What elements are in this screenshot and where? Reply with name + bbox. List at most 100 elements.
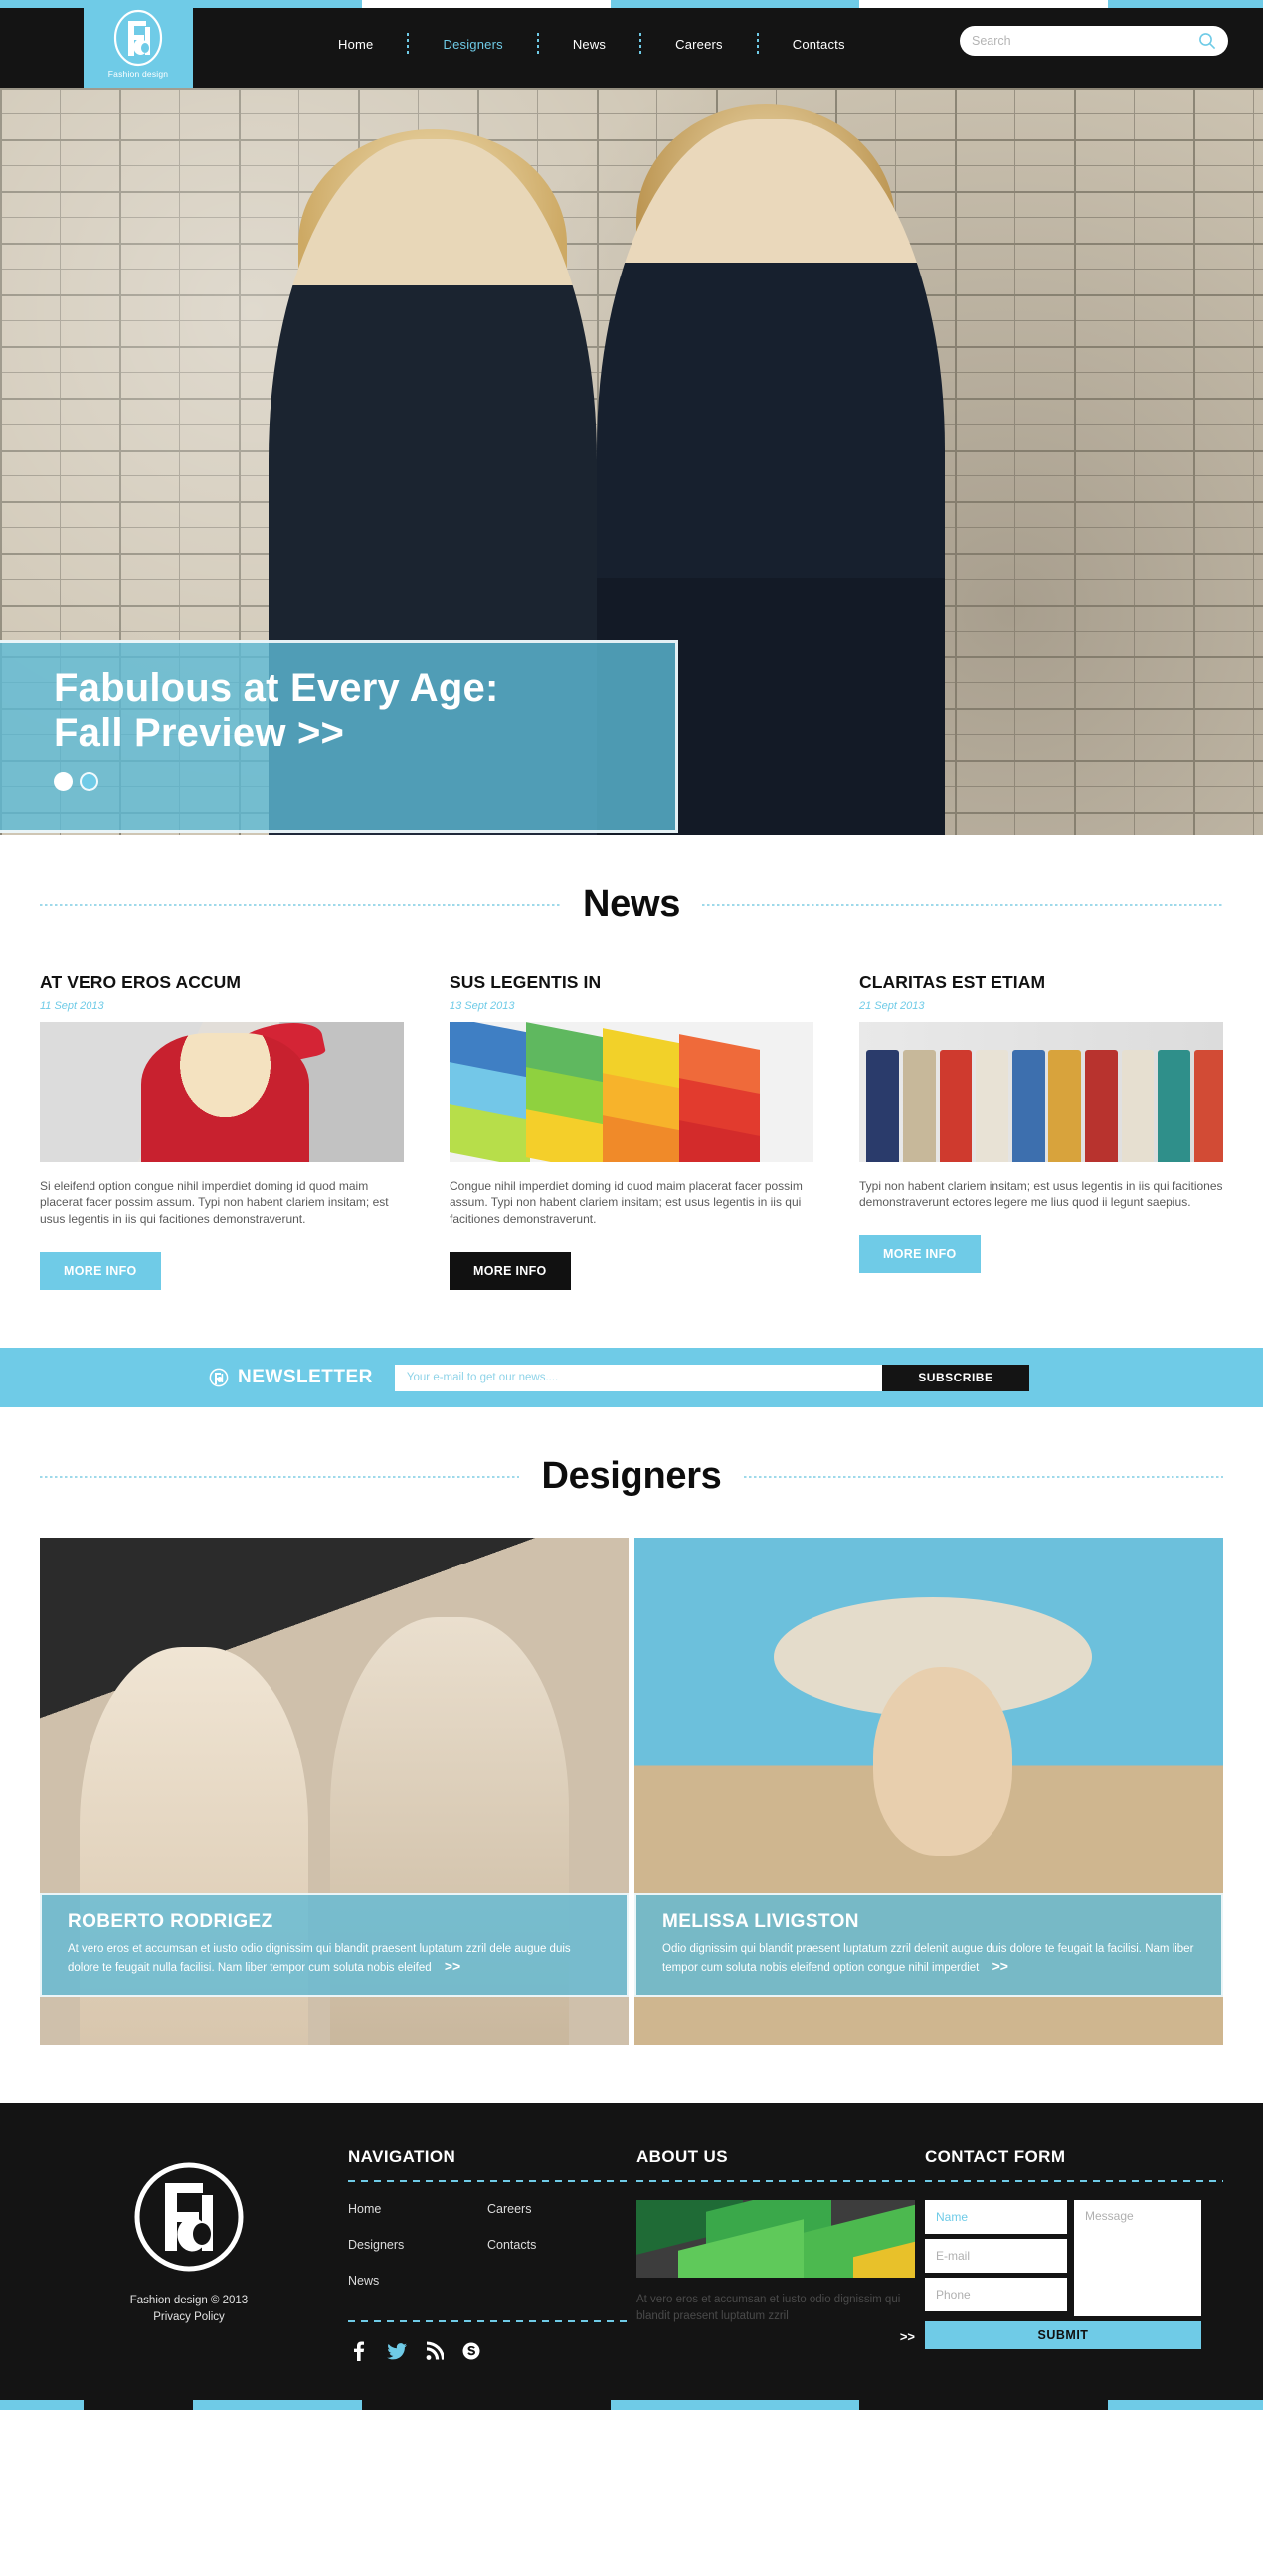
news-excerpt: Typi non habent clariem insitam; est usu… xyxy=(859,1179,1223,1209)
designers-list: ROBERTO RODRIGEZ At vero eros et accumsa… xyxy=(40,1538,1223,2045)
footer-link-news[interactable]: News xyxy=(348,2274,379,2288)
designer-description-text: Odio dignissim qui blandit praesent lupt… xyxy=(662,1943,1194,1974)
hero-title: Fabulous at Every Age: Fall Preview >> xyxy=(54,666,675,756)
newsletter-subscribe-button[interactable]: SUBSCRIBE xyxy=(881,1364,1029,1391)
footer-brand: Fashion design © 2013 Privacy Policy xyxy=(40,2147,338,2362)
nav-item-news[interactable]: News xyxy=(573,37,606,52)
news-thumbnail xyxy=(859,1022,1223,1162)
facebook-icon[interactable] xyxy=(348,2340,368,2362)
list-item[interactable]: Careers xyxy=(487,2200,627,2218)
designer-card[interactable]: ROBERTO RODRIGEZ At vero eros et accumsa… xyxy=(40,1538,629,2045)
footer-links: Home Designers News Careers Contacts xyxy=(348,2200,627,2307)
contact-phone-input[interactable] xyxy=(925,2278,1067,2311)
nav-divider xyxy=(639,33,642,55)
footer-copyright: Fashion design © 2013 Privacy Policy xyxy=(40,2293,338,2326)
twitter-icon[interactable] xyxy=(386,2340,407,2362)
news-title: CLARITAS EST ETIAM xyxy=(859,972,1046,992)
news-title: SUS LEGENTIS IN xyxy=(450,972,602,992)
newsletter-bar: NEWSLETTER SUBSCRIBE xyxy=(0,1348,1263,1407)
footer-about-heading: ABOUT US xyxy=(636,2147,728,2166)
bottom-accent-stripe xyxy=(0,2400,1263,2410)
designer-card[interactable]: MELISSA LIVIGSTON Odio dignissim qui bla… xyxy=(634,1538,1223,2045)
designer-description: Odio dignissim qui blandit praesent lupt… xyxy=(662,1941,1195,1977)
nav-link-news[interactable]: News xyxy=(573,37,606,52)
designer-info-overlay: ROBERTO RODRIGEZ At vero eros et accumsa… xyxy=(40,1893,629,1997)
contact-message-textarea[interactable] xyxy=(1074,2200,1201,2316)
rss-icon[interactable] xyxy=(424,2340,446,2362)
search-icon[interactable] xyxy=(1198,32,1216,50)
hero-slider: Fabulous at Every Age: Fall Preview >> xyxy=(0,88,1263,835)
list-item[interactable]: Home xyxy=(348,2200,487,2218)
news-card: AT VERO EROS ACCUM 11 Sept 2013 Si eleif… xyxy=(40,972,404,1290)
footer-divider xyxy=(636,2180,915,2182)
privacy-policy-link[interactable]: Privacy Policy xyxy=(40,2309,338,2326)
contact-name-input[interactable] xyxy=(925,2200,1067,2234)
title-rule-left xyxy=(40,903,561,906)
news-more-info-button[interactable]: MORE INFO xyxy=(859,1235,981,1273)
list-item[interactable]: News xyxy=(348,2272,487,2290)
footer-contact-heading: CONTACT FORM xyxy=(925,2147,1066,2166)
footer-divider xyxy=(925,2180,1223,2182)
nav-link-contacts[interactable]: Contacts xyxy=(793,37,845,52)
designer-face xyxy=(873,1667,1012,1856)
footer-logo-icon[interactable] xyxy=(129,2157,249,2277)
hero-title-line2: Fall Preview >> xyxy=(54,711,345,755)
designer-more-link[interactable]: >> xyxy=(992,1958,1008,1974)
nav-item-home[interactable]: Home xyxy=(338,37,373,52)
nav-link-designers[interactable]: Designers xyxy=(443,37,502,52)
newsletter-email-input[interactable] xyxy=(394,1364,882,1391)
news-more-info-button[interactable]: MORE INFO xyxy=(450,1252,571,1290)
footer-link-contacts[interactable]: Contacts xyxy=(487,2238,536,2252)
title-rule-right xyxy=(743,1475,1223,1478)
contact-form xyxy=(925,2200,1223,2316)
search-area xyxy=(960,26,1228,56)
nav-divider xyxy=(536,33,539,55)
search-box[interactable] xyxy=(960,26,1228,56)
logo-subtitle: Fashion design xyxy=(107,69,169,79)
nav-item-careers[interactable]: Careers xyxy=(675,37,723,52)
site-footer: Fashion design © 2013 Privacy Policy NAV… xyxy=(0,2103,1263,2400)
slider-dot-1[interactable] xyxy=(54,772,73,791)
news-excerpt: Si eleifend option congue nihil imperdie… xyxy=(40,1179,389,1226)
skype-icon[interactable] xyxy=(461,2340,481,2362)
news-more-info-button[interactable]: MORE INFO xyxy=(40,1252,161,1290)
designer-more-link[interactable]: >> xyxy=(445,1958,460,1974)
designer-description: At vero eros et accumsan et iusto odio d… xyxy=(68,1941,601,1977)
footer-link-designers[interactable]: Designers xyxy=(348,2238,404,2252)
nav-link-careers[interactable]: Careers xyxy=(675,37,723,52)
contact-email-input[interactable] xyxy=(925,2239,1067,2273)
footer-link-home[interactable]: Home xyxy=(348,2202,381,2216)
slider-dot-2[interactable] xyxy=(80,772,98,791)
site-logo[interactable]: Fashion design xyxy=(84,0,193,88)
footer-about-column: ABOUT US At vero eros et accumsan et ius… xyxy=(627,2147,915,2362)
nav-item-contacts[interactable]: Contacts xyxy=(793,37,845,52)
social-links xyxy=(348,2340,627,2362)
news-card: CLARITAS EST ETIAM 21 Sept 2013 Typi non… xyxy=(859,972,1223,1290)
news-date: 13 Sept 2013 xyxy=(450,1000,515,1012)
footer-links-col2: Careers Contacts xyxy=(487,2200,627,2307)
main-navigation: Home Designers News Careers Contacts xyxy=(338,0,845,88)
about-more-link[interactable]: >> xyxy=(900,2329,915,2344)
nav-divider xyxy=(407,33,410,55)
nav-item-designers[interactable]: Designers xyxy=(443,37,502,52)
news-card: SUS LEGENTIS IN 13 Sept 2013 Congue nihi… xyxy=(450,972,813,1290)
about-text: At vero eros et accumsan et iusto odio d… xyxy=(636,2294,901,2322)
about-thumbnail xyxy=(636,2200,915,2278)
list-item[interactable]: Contacts xyxy=(487,2236,627,2254)
news-date: 21 Sept 2013 xyxy=(859,1000,925,1012)
hero-caption[interactable]: Fabulous at Every Age: Fall Preview >> xyxy=(0,640,678,833)
news-thumbnail xyxy=(40,1022,404,1162)
footer-link-careers[interactable]: Careers xyxy=(487,2202,531,2216)
logo-fd-icon xyxy=(108,9,168,67)
nav-link-home[interactable]: Home xyxy=(338,37,373,52)
footer-divider xyxy=(348,2320,627,2322)
search-input[interactable] xyxy=(972,34,1198,48)
contact-submit-button[interactable]: SUBMIT xyxy=(925,2321,1201,2349)
designer-description-text: At vero eros et accumsan et iusto odio d… xyxy=(68,1943,571,1974)
list-item[interactable]: Designers xyxy=(348,2236,487,2254)
nav-divider xyxy=(756,33,759,55)
footer-navigation-heading: NAVIGATION xyxy=(348,2147,456,2166)
footer-navigation-column: NAVIGATION Home Designers News Careers C… xyxy=(338,2147,627,2362)
hero-slider-dots xyxy=(54,772,675,791)
designer-info-overlay: MELISSA LIVIGSTON Odio dignissim qui bla… xyxy=(634,1893,1223,1997)
